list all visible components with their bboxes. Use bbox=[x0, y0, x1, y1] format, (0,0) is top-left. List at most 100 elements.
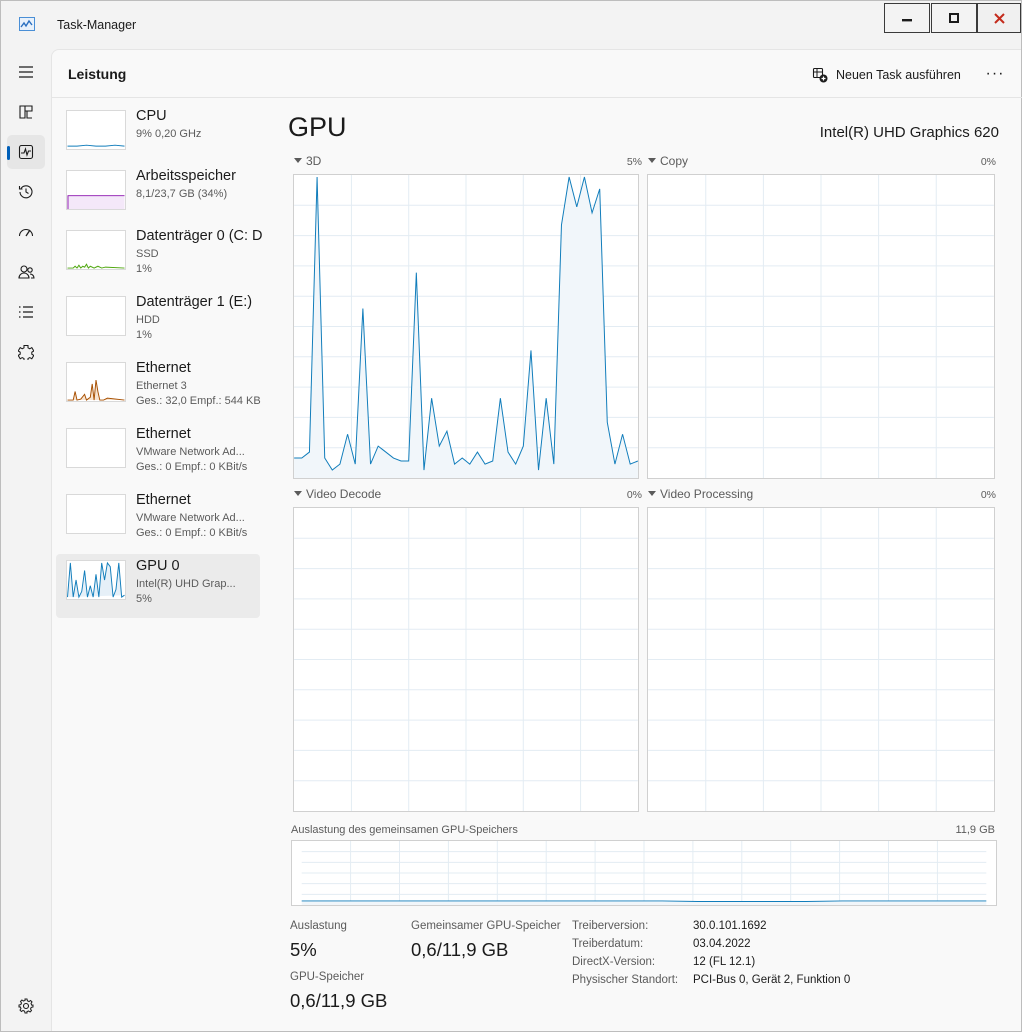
close-button[interactable] bbox=[977, 3, 1021, 33]
utilization-label: Auslastung bbox=[290, 920, 347, 932]
resource-detail: 8,1/23,7 GB (34%) bbox=[136, 188, 228, 200]
details-icon bbox=[19, 306, 33, 318]
performance-icon bbox=[18, 144, 34, 160]
minimize-button[interactable] bbox=[884, 3, 930, 33]
gpu-memory-label: GPU-Speicher bbox=[290, 971, 365, 983]
ethernet-3-thumbnail-graph bbox=[66, 362, 126, 402]
engine-selector-3d[interactable]: 3D bbox=[294, 154, 321, 168]
shared-memory-chart-label: Auslastung des gemeinsamen GPU-Speichers bbox=[291, 824, 518, 836]
resource-item-memory[interactable]: Arbeitsspeicher 8,1/23,7 GB (34%) bbox=[56, 164, 260, 228]
nav-users[interactable] bbox=[7, 255, 45, 289]
shared-memory-value: 0,6/11,9 GB bbox=[411, 939, 509, 960]
engine-selector-video-decode[interactable]: Video Decode bbox=[294, 487, 381, 501]
hamburger-menu-button[interactable] bbox=[7, 55, 45, 89]
engine-percent: 0% bbox=[626, 489, 642, 501]
page-title: Leistung bbox=[68, 66, 127, 82]
shared-memory-max: 11,9 GB bbox=[955, 824, 995, 836]
run-new-task-icon bbox=[812, 67, 828, 83]
users-icon bbox=[17, 265, 35, 279]
resource-detail: Intel(R) UHD Grap... bbox=[136, 578, 236, 590]
nav-details[interactable] bbox=[7, 295, 45, 329]
resource-item-disk-0[interactable]: Datenträger 0 (C: D SSD 1% bbox=[56, 224, 262, 288]
resource-item-disk-1[interactable]: Datenträger 1 (E:) HDD 1% bbox=[56, 290, 260, 354]
window-title: Task-Manager bbox=[57, 18, 137, 32]
ethernet-vmware-2-thumbnail-graph bbox=[66, 494, 126, 534]
close-icon bbox=[993, 12, 1005, 24]
resource-item-ethernet-vmware-2[interactable]: Ethernet VMware Network Ad... Ges.: 0 Em… bbox=[56, 488, 260, 552]
maximize-button[interactable] bbox=[931, 3, 977, 33]
resource-name: Ethernet bbox=[136, 360, 191, 376]
nav-services[interactable] bbox=[7, 335, 45, 369]
chevron-down-icon bbox=[294, 158, 302, 163]
run-new-task-label: Neuen Task ausführen bbox=[836, 68, 961, 82]
disk-1-thumbnail-graph bbox=[66, 296, 126, 336]
physical-location-value: PCI-Bus 0, Gerät 2, Funktion 0 bbox=[693, 974, 851, 986]
video-decode-engine-chart bbox=[293, 507, 639, 812]
series-area bbox=[301, 900, 987, 905]
content-area: Leistung Neuen Task ausführen ··· CPU 9%… bbox=[51, 49, 1022, 1031]
nav-performance[interactable] bbox=[7, 135, 45, 169]
settings-button[interactable] bbox=[7, 989, 45, 1023]
engine-selector-copy[interactable]: Copy bbox=[648, 154, 688, 168]
disk-0-thumbnail-graph bbox=[66, 230, 126, 270]
utilization-value: 5% bbox=[290, 939, 317, 960]
resource-name: GPU 0 bbox=[136, 558, 180, 574]
cpu-thumbnail-graph bbox=[66, 110, 126, 150]
driver-date-label: Treiberdatum: bbox=[572, 938, 644, 950]
video-processing-engine-chart bbox=[647, 507, 995, 812]
physical-location-label: Physischer Standort: bbox=[572, 974, 679, 986]
engine-selector-video-processing[interactable]: Video Processing bbox=[648, 487, 753, 501]
engine-percent: 0% bbox=[980, 156, 996, 168]
ethernet-vmware-1-thumbnail-graph bbox=[66, 428, 126, 468]
toolbar: Leistung Neuen Task ausführen ··· bbox=[52, 50, 1022, 98]
shared-memory-label: Gemeinsamer GPU-Speicher bbox=[411, 920, 561, 932]
services-icon bbox=[18, 344, 34, 360]
resource-item-ethernet-vmware-1[interactable]: Ethernet VMware Network Ad... Ges.: 0 Em… bbox=[56, 422, 260, 486]
engine-label: 3D bbox=[306, 154, 322, 168]
resource-detail: 9% 0,20 GHz bbox=[136, 128, 202, 140]
task-manager-window: Task-Manager Leistung Neuen Task ausführ… bbox=[0, 0, 1022, 1032]
chevron-down-icon bbox=[648, 158, 656, 163]
memory-thumbnail-graph bbox=[66, 170, 126, 210]
driver-date-value: 03.04.2022 bbox=[693, 938, 751, 950]
processes-icon bbox=[19, 105, 33, 119]
gpu-0-thumbnail-graph bbox=[66, 560, 126, 600]
engine-label: Video Decode bbox=[306, 487, 382, 501]
active-indicator bbox=[7, 146, 10, 160]
engine-percent: 5% bbox=[626, 156, 642, 168]
resource-detail: Ethernet 3 bbox=[136, 380, 187, 392]
copy-engine-chart bbox=[647, 174, 995, 479]
task-manager-app-icon bbox=[19, 17, 35, 31]
resource-detail: Ges.: 0 Empf.: 0 KBit/s bbox=[136, 461, 248, 473]
more-options-icon: ··· bbox=[985, 65, 1005, 82]
resource-item-cpu[interactable]: CPU 9% 0,20 GHz bbox=[56, 104, 260, 168]
resource-name: Datenträger 1 (E:) bbox=[136, 294, 253, 310]
resource-name: Datenträger 0 (C: D bbox=[136, 228, 262, 244]
resource-detail: VMware Network Ad... bbox=[136, 512, 245, 524]
resource-name: Ethernet bbox=[136, 426, 191, 442]
resource-detail: HDD bbox=[136, 314, 160, 326]
chevron-down-icon bbox=[648, 491, 656, 496]
hamburger-menu-icon bbox=[19, 66, 33, 78]
directx-version-value: 12 (FL 12.1) bbox=[693, 956, 756, 968]
maximize-icon bbox=[949, 13, 959, 23]
resource-item-ethernet-3[interactable]: Ethernet Ethernet 3 Ges.: 32,0 Empf.: 54… bbox=[56, 356, 261, 420]
resource-item-gpu-0[interactable]: GPU 0 Intel(R) UHD Grap... 5% bbox=[56, 554, 260, 618]
resource-detail: VMware Network Ad... bbox=[136, 446, 245, 458]
resource-detail: Ges.: 32,0 Empf.: 544 KB bbox=[136, 395, 261, 407]
nav-app-history[interactable] bbox=[7, 175, 45, 209]
detail-title: GPU bbox=[288, 112, 347, 142]
nav-startup-apps[interactable] bbox=[7, 215, 45, 249]
driver-version-label: Treiberversion: bbox=[572, 920, 649, 932]
chevron-down-icon bbox=[294, 491, 302, 496]
resource-name: CPU bbox=[136, 108, 167, 124]
startup-apps-icon bbox=[18, 228, 34, 237]
directx-version-label: DirectX-Version: bbox=[572, 956, 656, 968]
resource-detail: 1% bbox=[136, 329, 152, 341]
run-new-task-button[interactable]: Neuen Task ausführen bbox=[812, 64, 961, 86]
engine-percent: 0% bbox=[980, 489, 996, 501]
more-options-button[interactable]: ··· bbox=[982, 65, 1008, 82]
nav-processes[interactable] bbox=[7, 95, 45, 129]
navigation-rail bbox=[1, 49, 51, 1031]
settings-gear-icon bbox=[18, 998, 34, 1014]
